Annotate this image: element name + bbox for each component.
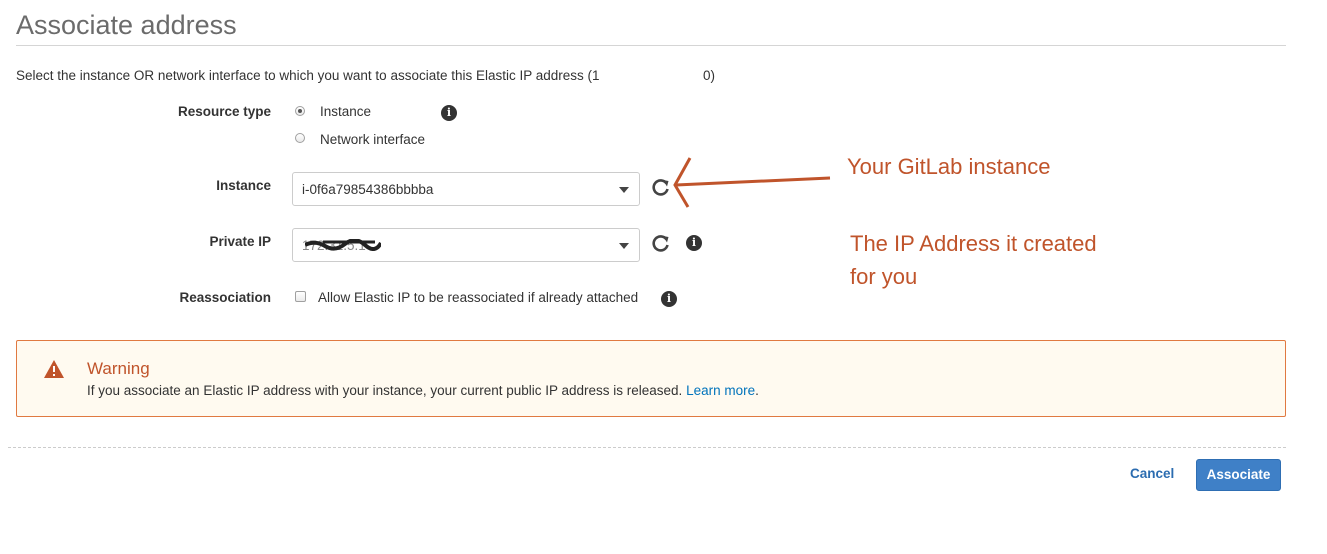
private-ip-label: Private IP <box>209 234 271 249</box>
instance-select[interactable]: i-0f6a79854386bbbba <box>292 172 640 206</box>
title-divider <box>16 45 1286 46</box>
learn-more-link[interactable]: Learn more <box>686 383 755 398</box>
private-ip-select[interactable]: 172.31.5.1 <box>292 228 640 262</box>
info-icon[interactable]: i <box>441 105 457 121</box>
warning-title: Warning <box>87 359 150 378</box>
page-title: Associate address <box>16 10 237 40</box>
radio-network-interface-label[interactable]: Network interface <box>320 132 425 147</box>
annotation-instance-note: Your GitLab instance <box>847 154 1051 179</box>
instance-label: Instance <box>216 178 271 193</box>
warning-link-suffix: . <box>755 383 759 398</box>
annotation-arrow <box>673 157 831 208</box>
reassociation-checkbox[interactable] <box>295 291 306 302</box>
chevron-down-icon <box>619 187 629 193</box>
page-description: Select the instance OR network interface… <box>16 68 600 83</box>
info-icon[interactable]: i <box>686 235 702 251</box>
resource-type-label: Resource type <box>177 104 271 119</box>
annotation-ip-note-line1: The IP Address it created <box>850 231 1097 256</box>
cancel-button[interactable]: Cancel <box>1130 466 1174 481</box>
page-description-tail: 0) <box>703 68 716 83</box>
warning-triangle-icon <box>44 360 64 378</box>
radio-instance-label[interactable]: Instance <box>320 104 371 119</box>
radio-network-interface[interactable] <box>295 133 305 143</box>
description-redaction <box>622 66 702 86</box>
redaction-scribble <box>305 239 381 251</box>
warning-alert: Warning If you associate an Elastic IP a… <box>16 340 1286 417</box>
associate-button[interactable]: Associate <box>1196 459 1281 491</box>
refresh-icon[interactable] <box>651 233 671 253</box>
warning-message: If you associate an Elastic IP address w… <box>87 383 683 398</box>
warning-text: If you associate an Elastic IP address w… <box>87 383 759 398</box>
annotation-ip-note-line2: for you <box>850 264 918 289</box>
footer-divider <box>8 447 1286 448</box>
chevron-down-icon <box>619 243 629 249</box>
reassociation-checkbox-label[interactable]: Allow Elastic IP to be reassociated if a… <box>318 290 638 305</box>
instance-select-value: i-0f6a79854386bbbba <box>302 182 434 197</box>
reassociation-label: Reassociation <box>179 290 271 305</box>
radio-instance[interactable] <box>295 106 305 116</box>
info-icon[interactable]: i <box>661 291 677 307</box>
